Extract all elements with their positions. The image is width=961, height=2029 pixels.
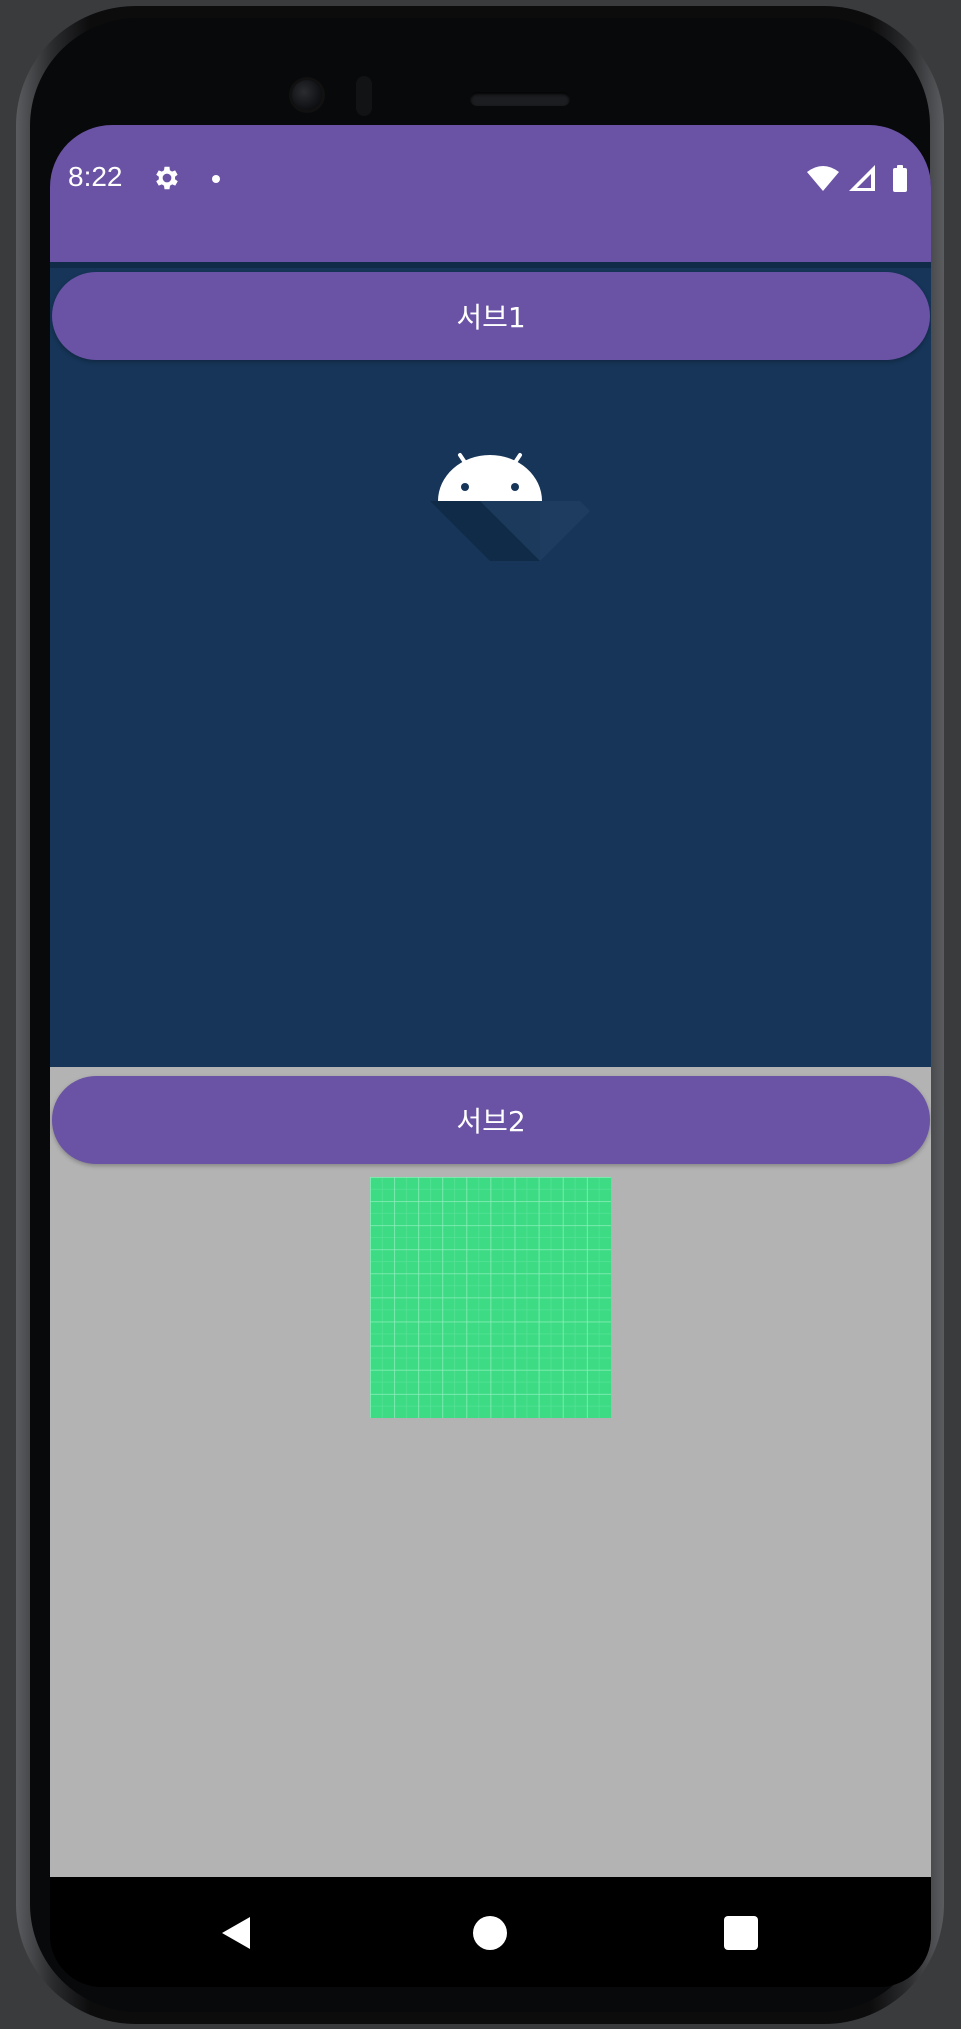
android-logo-icon xyxy=(430,453,590,561)
battery-icon xyxy=(893,165,907,192)
gear-icon xyxy=(156,166,178,190)
recents-icon[interactable] xyxy=(723,1915,759,1951)
signal-icon xyxy=(849,165,875,191)
status-bar: 8:22 xyxy=(50,125,931,262)
front-camera xyxy=(292,80,322,110)
device-screen: 8:22 서브1 서브2 xyxy=(50,125,931,1987)
navigation-bar xyxy=(50,1877,931,1987)
earpiece-speaker xyxy=(470,92,570,106)
sub1-button[interactable]: 서브1 xyxy=(52,272,930,360)
status-icons xyxy=(807,165,907,192)
sub1-panel xyxy=(50,262,931,1067)
wifi-icon xyxy=(807,166,839,191)
sub2-button[interactable]: 서브2 xyxy=(52,1076,930,1164)
green-grid-image xyxy=(370,1177,611,1418)
notification-dot-icon xyxy=(212,175,220,183)
home-icon[interactable] xyxy=(472,1915,508,1951)
status-time: 8:22 xyxy=(68,161,123,192)
back-icon[interactable] xyxy=(218,1915,254,1951)
proximity-sensor xyxy=(356,76,372,116)
